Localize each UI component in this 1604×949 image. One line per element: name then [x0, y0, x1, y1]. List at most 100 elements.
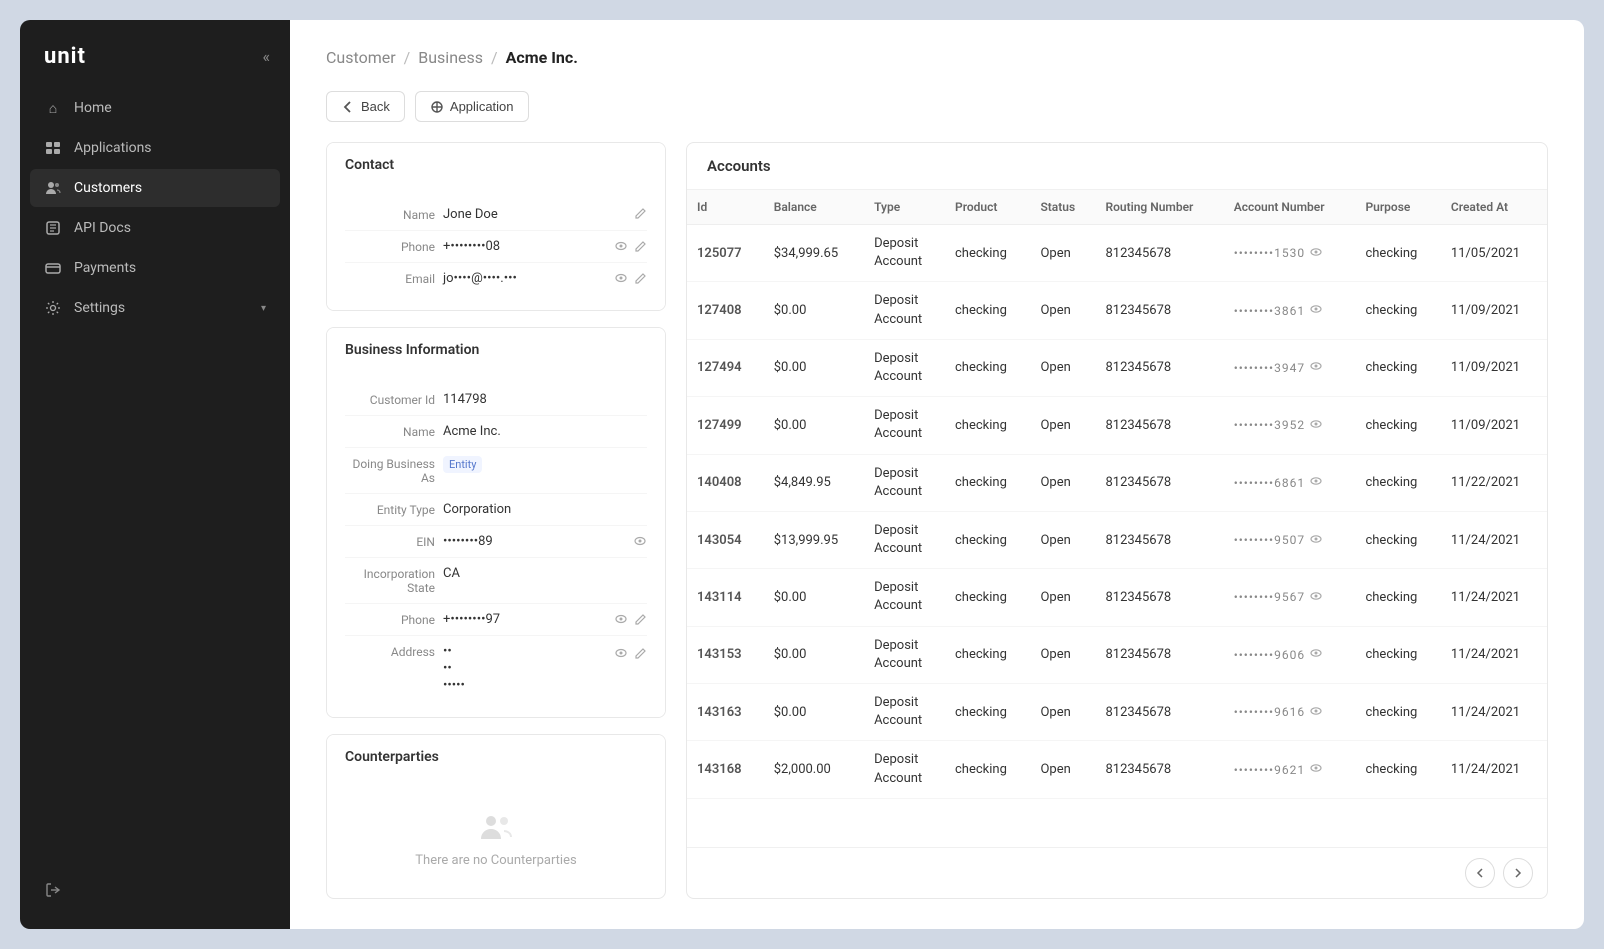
table-row[interactable]: 127408 $0.00 DepositAccount checking Ope… — [687, 282, 1547, 339]
edit-biz-phone-button[interactable] — [634, 613, 647, 626]
cell-routing: 812345678 — [1095, 225, 1223, 282]
table-row[interactable]: 143163 $0.00 DepositAccount checking Ope… — [687, 684, 1547, 741]
edit-phone-button[interactable] — [634, 240, 647, 253]
cell-account-number: ••••••••9507 — [1224, 511, 1356, 568]
payments-icon — [44, 259, 62, 277]
cell-id: 127494 — [687, 339, 764, 396]
inc-state-label: Incorporation State — [345, 566, 435, 595]
contact-phone-label: Phone — [345, 239, 435, 254]
cell-account-number: ••••••••9621 — [1224, 741, 1356, 798]
inc-state-row: Incorporation State CA — [345, 558, 647, 604]
edit-email-button[interactable] — [634, 272, 647, 285]
cell-id: 127499 — [687, 397, 764, 454]
cell-purpose: checking — [1355, 684, 1440, 741]
table-row[interactable]: 143054 $13,999.95 DepositAccount checkin… — [687, 511, 1547, 568]
sidebar-item-home[interactable]: ⌂ Home — [30, 89, 280, 127]
sidebar-item-logout[interactable] — [30, 871, 280, 909]
cell-balance: $13,999.95 — [764, 511, 864, 568]
table-row[interactable]: 143114 $0.00 DepositAccount checking Ope… — [687, 569, 1547, 626]
view-ein-button[interactable] — [633, 534, 647, 548]
sidebar-item-applications[interactable]: Applications — [30, 129, 280, 167]
view-account-icon[interactable] — [1309, 646, 1323, 663]
col-id: Id — [687, 190, 764, 225]
cell-status: Open — [1030, 282, 1095, 339]
cell-account-number: ••••••••1530 — [1224, 225, 1356, 282]
cell-purpose: checking — [1355, 397, 1440, 454]
cell-account-number: ••••••••9606 — [1224, 626, 1356, 683]
view-account-icon[interactable] — [1309, 302, 1323, 319]
view-account-icon[interactable] — [1309, 417, 1323, 434]
back-button[interactable]: Back — [326, 91, 405, 122]
accounts-table[interactable]: Id Balance Type Product Status Routing N… — [687, 190, 1547, 847]
entity-type-label: Entity Type — [345, 502, 435, 517]
view-address-button[interactable] — [614, 646, 628, 660]
view-account-icon[interactable] — [1309, 359, 1323, 376]
col-account-number: Account Number — [1224, 190, 1356, 225]
cell-product: checking — [945, 454, 1030, 511]
cell-account-number: ••••••••3952 — [1224, 397, 1356, 454]
next-page-button[interactable] — [1503, 858, 1533, 888]
doing-business-row: Doing Business As Entity — [345, 448, 647, 494]
cell-purpose: checking — [1355, 626, 1440, 683]
prev-page-button[interactable] — [1465, 858, 1495, 888]
business-info-title: Business Information — [327, 328, 665, 372]
cell-routing: 812345678 — [1095, 741, 1223, 798]
application-button[interactable]: Application — [415, 91, 529, 122]
cell-id: 143163 — [687, 684, 764, 741]
view-account-icon[interactable] — [1309, 245, 1323, 262]
cell-type: DepositAccount — [864, 626, 945, 683]
table-row[interactable]: 143168 $2,000.00 DepositAccount checking… — [687, 741, 1547, 798]
business-phone-row: Phone +••••••••97 — [345, 604, 647, 636]
cell-purpose: checking — [1355, 454, 1440, 511]
cell-balance: $2,000.00 — [764, 741, 864, 798]
cell-product: checking — [945, 339, 1030, 396]
edit-address-button[interactable] — [634, 647, 647, 660]
customer-id-label: Customer Id — [345, 392, 435, 407]
cell-routing: 812345678 — [1095, 454, 1223, 511]
sidebar-item-api-docs[interactable]: API Docs — [30, 209, 280, 247]
address-value: •• •• ••••• — [443, 644, 606, 693]
cell-account-number: ••••••••3947 — [1224, 339, 1356, 396]
cell-routing: 812345678 — [1095, 626, 1223, 683]
cell-product: checking — [945, 282, 1030, 339]
view-account-icon[interactable] — [1309, 532, 1323, 549]
cell-status: Open — [1030, 511, 1095, 568]
table-row[interactable]: 140408 $4,849.95 DepositAccount checking… — [687, 454, 1547, 511]
logo: unit — [44, 44, 86, 69]
cell-type: DepositAccount — [864, 339, 945, 396]
collapse-button[interactable]: « — [262, 47, 270, 66]
entity-type-row: Entity Type Corporation — [345, 494, 647, 526]
ein-row: EIN ••••••••89 — [345, 526, 647, 558]
cell-purpose: checking — [1355, 569, 1440, 626]
contact-title: Contact — [327, 143, 665, 187]
view-account-icon[interactable] — [1309, 704, 1323, 721]
view-phone-button[interactable] — [614, 239, 628, 253]
sidebar-item-customers[interactable]: Customers — [30, 169, 280, 207]
address-row: Address •• •• ••••• — [345, 636, 647, 701]
sidebar-item-payments[interactable]: Payments — [30, 249, 280, 287]
cell-status: Open — [1030, 684, 1095, 741]
table-row[interactable]: 143153 $0.00 DepositAccount checking Ope… — [687, 626, 1547, 683]
cell-purpose: checking — [1355, 741, 1440, 798]
business-info-body: Customer Id 114798 Name Acme Inc. Doing … — [327, 372, 665, 717]
view-email-button[interactable] — [614, 271, 628, 285]
view-account-icon[interactable] — [1309, 761, 1323, 778]
cell-created: 11/09/2021 — [1441, 282, 1547, 339]
table-row[interactable]: 127494 $0.00 DepositAccount checking Ope… — [687, 339, 1547, 396]
counterparties-empty-text: There are no Counterparties — [415, 853, 576, 868]
counterparties-empty-icon — [478, 809, 514, 845]
sidebar-nav: ⌂ Home Applications Customers API Docs — [20, 89, 290, 327]
sidebar-item-label: Settings — [74, 300, 125, 316]
table-row[interactable]: 125077 $34,999.65 DepositAccount checkin… — [687, 225, 1547, 282]
table-row[interactable]: 127499 $0.00 DepositAccount checking Ope… — [687, 397, 1547, 454]
sidebar-item-settings[interactable]: Settings ▾ — [30, 289, 280, 327]
accounts-title: Accounts — [687, 143, 1547, 190]
view-biz-phone-button[interactable] — [614, 612, 628, 626]
cell-balance: $0.00 — [764, 569, 864, 626]
edit-name-button[interactable] — [634, 207, 647, 220]
view-account-icon[interactable] — [1309, 589, 1323, 606]
cell-type: DepositAccount — [864, 741, 945, 798]
cell-type: DepositAccount — [864, 684, 945, 741]
view-account-icon[interactable] — [1309, 474, 1323, 491]
cell-type: DepositAccount — [864, 569, 945, 626]
